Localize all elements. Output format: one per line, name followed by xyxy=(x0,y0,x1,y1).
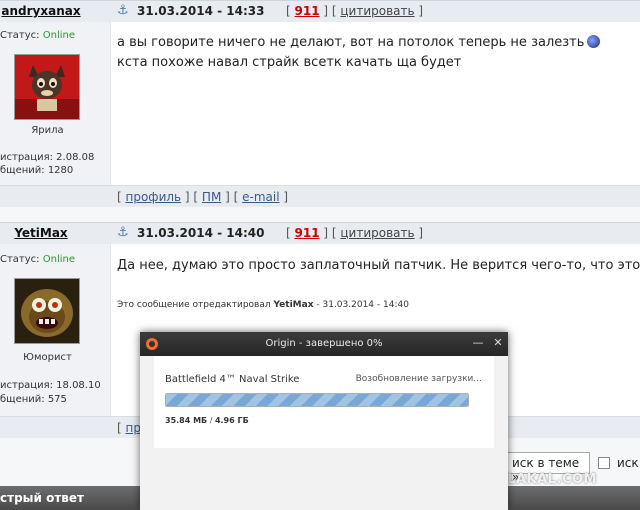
close-button[interactable]: ✕ xyxy=(490,335,506,351)
footer-links: [ пр xyxy=(117,421,141,435)
email-link[interactable]: e-mail xyxy=(242,190,279,204)
post-number-link[interactable]: 911 xyxy=(295,226,320,240)
origin-window-title: Origin - завершено 0% xyxy=(265,338,383,349)
minimize-button[interactable]: — xyxy=(470,335,486,351)
download-panel: Battlefield 4™ Naval Strike Возобновлени… xyxy=(154,356,494,448)
origin-titlebar[interactable]: Origin - завершено 0% — ✕ xyxy=(140,332,508,356)
download-size: 35.84 МБ / 4.96 ГБ xyxy=(165,416,249,425)
avatar-image xyxy=(15,55,79,119)
profile-link[interactable]: пр xyxy=(126,421,141,435)
edit-user: YetiMax xyxy=(273,300,314,310)
download-progress-bar xyxy=(165,393,469,407)
profile-link[interactable]: профиль xyxy=(126,190,182,204)
message-count: бщений: 575 xyxy=(0,394,67,405)
quote-link[interactable]: цитировать xyxy=(340,226,414,240)
avatar-image xyxy=(15,279,79,343)
smiley-icon xyxy=(587,35,601,48)
footer-links: [ профиль ] [ ПМ ] [ e-mail ] xyxy=(117,190,289,204)
search-in-topic-button[interactable]: иск в теме » xyxy=(505,452,590,484)
download-status: Возобновление загрузки... xyxy=(355,374,482,384)
author-name-link[interactable]: YetiMax xyxy=(0,226,96,240)
quote-link[interactable]: цитировать xyxy=(340,4,414,18)
search-checkbox[interactable] xyxy=(598,457,610,469)
author-name-link[interactable]: andryxanax xyxy=(0,4,96,18)
status-line: Статус: Online xyxy=(0,254,75,265)
user-rank: Ярила xyxy=(31,125,64,136)
pm-link[interactable]: ПМ xyxy=(202,190,221,204)
avatar[interactable] xyxy=(14,54,80,120)
post-text-line: а вы говорите ничего не делают, вот на п… xyxy=(117,35,601,50)
author-column: Статус: Online Юморист истрация: 18.08.1… xyxy=(0,244,110,416)
anchor-icon[interactable]: ⚓ xyxy=(117,225,129,240)
status-line: Статус: Online xyxy=(0,30,75,41)
user-rank: Юморист xyxy=(23,352,72,363)
post-footer: [ профиль ] [ ПМ ] [ e-mail ] xyxy=(0,185,640,207)
edit-note: Это сообщение отредактировал YetiMax - 3… xyxy=(117,300,409,310)
download-progress-fill xyxy=(166,394,468,406)
registration-date: истрация: 18.08.10 xyxy=(0,380,101,391)
post-text-line: Да нее, думаю это просто заплаточный пат… xyxy=(117,258,640,273)
quick-reply-label: стрый ответ xyxy=(0,491,84,505)
anchor-icon[interactable]: ⚓ xyxy=(117,3,129,18)
origin-download-window: Origin - завершено 0% — ✕ Battlefield 4™… xyxy=(140,332,508,510)
post-header: andryxanax ⚓ 31.03.2014 - 14:33 [ 911 ] … xyxy=(0,0,640,22)
avatar[interactable] xyxy=(14,278,80,344)
post-date: 31.03.2014 - 14:40 xyxy=(137,226,265,240)
status-online: Online xyxy=(42,254,75,265)
post-header: YetiMax ⚓ 31.03.2014 - 14:40 [ 911 ] [ ц… xyxy=(0,222,640,244)
post-date: 31.03.2014 - 14:33 xyxy=(137,4,265,18)
post-actions: [ 911 ] [ цитировать ] xyxy=(286,226,424,240)
post-number-link[interactable]: 911 xyxy=(295,4,320,18)
message-count: бщений: 1280 xyxy=(0,165,74,176)
game-title: Battlefield 4™ Naval Strike xyxy=(165,374,300,385)
post-actions: [ 911 ] [ цитировать ] xyxy=(286,4,424,18)
search-checkbox-label: иск xyxy=(617,456,639,470)
author-column: Статус: Online Ярила истрация: 2.08.08 б… xyxy=(0,22,110,185)
status-online: Online xyxy=(42,30,75,41)
post-text-line: кста похоже навал страйк всетк качать ща… xyxy=(117,55,462,70)
registration-date: истрация: 2.08.08 xyxy=(0,152,95,163)
